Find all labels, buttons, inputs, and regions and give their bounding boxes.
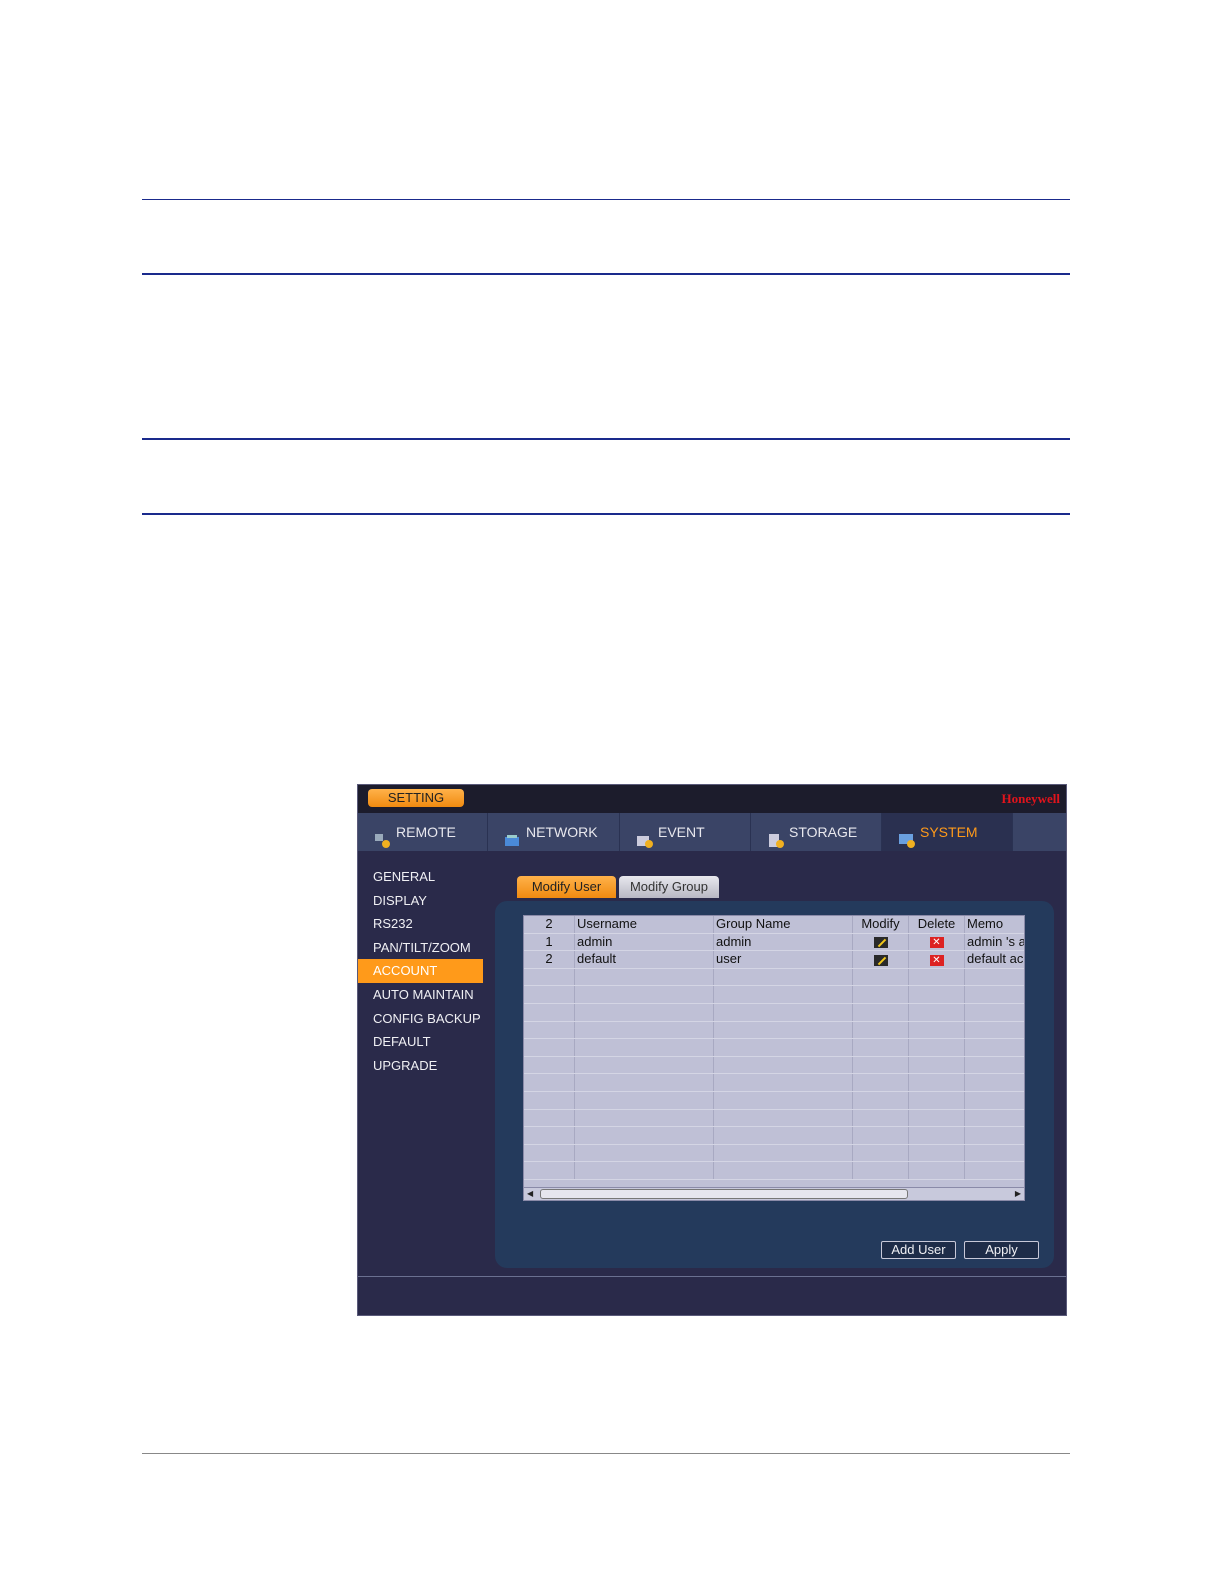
delete-icon[interactable]: ✕	[929, 936, 944, 948]
row-group: admin	[713, 933, 853, 952]
tab-modify-group[interactable]: Modify Group	[619, 876, 719, 898]
sidebar-item-display[interactable]: DISPLAY	[358, 889, 483, 913]
col-delete: Delete	[908, 916, 965, 934]
tab-system-label: SYSTEM	[920, 824, 978, 840]
top-tab-bar: REMOTE NETWORK EVENT STORAGE SYSTEM	[358, 813, 1066, 851]
empty-table-row	[524, 1021, 1024, 1040]
table-row[interactable]: 1 admin admin ✕ admin 's a	[524, 933, 1024, 952]
col-group-name[interactable]: Group Name	[713, 916, 853, 934]
bottom-divider	[358, 1276, 1066, 1277]
doc-rule-1	[142, 199, 1070, 200]
sidebar-item-config-backup[interactable]: CONFIG BACKUP	[358, 1007, 483, 1031]
scrollbar-thumb[interactable]	[540, 1189, 908, 1199]
sidebar-item-auto-maintain[interactable]: AUTO MAINTAIN	[358, 983, 483, 1007]
empty-table-row	[524, 1091, 1024, 1110]
tab-event[interactable]: EVENT	[620, 813, 751, 851]
col-username[interactable]: Username	[574, 916, 714, 934]
tab-storage-label: STORAGE	[789, 824, 858, 840]
empty-table-row	[524, 1003, 1024, 1022]
add-user-button[interactable]: Add User	[881, 1241, 956, 1259]
col-modify: Modify	[852, 916, 909, 934]
row-index: 1	[524, 933, 575, 952]
doc-footer-rule	[142, 1453, 1070, 1454]
empty-table-row	[524, 1144, 1024, 1163]
empty-table-row	[524, 985, 1024, 1004]
tab-network-label: NETWORK	[526, 824, 598, 840]
sidebar-item-default[interactable]: DEFAULT	[358, 1030, 483, 1054]
title-bar: SETTING Honeywell	[358, 785, 1066, 813]
sidebar-item-account[interactable]: ACCOUNT	[358, 959, 483, 983]
sidebar-item-ptz[interactable]: PAN/TILT/ZOOM	[358, 936, 483, 960]
empty-table-row	[524, 1038, 1024, 1057]
row-username: admin	[574, 933, 714, 952]
row-group: user	[713, 950, 853, 969]
horizontal-scrollbar[interactable]: ◀ ▶	[523, 1187, 1025, 1201]
row-memo: default acc	[964, 950, 1024, 969]
remote-icon	[374, 825, 392, 849]
doc-rule-2	[142, 273, 1070, 275]
tab-remote-label: REMOTE	[396, 824, 456, 840]
tab-storage[interactable]: STORAGE	[751, 813, 882, 851]
sidebar-item-general[interactable]: GENERAL	[358, 865, 483, 889]
event-icon	[636, 825, 654, 849]
delete-icon[interactable]: ✕	[929, 954, 944, 966]
table-row[interactable]: 2 default user ✕ default acc	[524, 950, 1024, 969]
edit-icon[interactable]	[873, 936, 888, 948]
network-icon	[504, 825, 522, 847]
tab-modify-user[interactable]: Modify User	[517, 876, 616, 898]
row-username: default	[574, 950, 714, 969]
tab-network[interactable]: NETWORK	[488, 813, 620, 851]
empty-table-row	[524, 1109, 1024, 1128]
user-table: 2 Username Group Name Modify Delete Memo…	[523, 915, 1025, 1201]
row-memo: admin 's a	[964, 933, 1024, 952]
col-memo: Memo	[964, 916, 1024, 934]
setting-button[interactable]: SETTING	[368, 789, 464, 807]
tab-remote[interactable]: REMOTE	[358, 813, 488, 851]
empty-table-row	[524, 1056, 1024, 1075]
sidebar-item-upgrade[interactable]: UPGRADE	[358, 1054, 483, 1078]
doc-rule-4	[142, 513, 1070, 515]
empty-table-row	[524, 1126, 1024, 1145]
scroll-left-icon[interactable]: ◀	[527, 1189, 533, 1198]
brand-logo: Honeywell	[1001, 791, 1061, 806]
tab-system[interactable]: SYSTEM	[882, 813, 1013, 851]
edit-icon[interactable]	[873, 954, 888, 966]
sidebar-item-rs232[interactable]: RS232	[358, 912, 483, 936]
table-header-row: 2 Username Group Name Modify Delete Memo	[524, 916, 1024, 934]
empty-table-row	[524, 968, 1024, 987]
storage-icon	[767, 825, 785, 849]
col-count: 2	[524, 916, 575, 934]
apply-button[interactable]: Apply	[964, 1241, 1039, 1259]
empty-table-row	[524, 1073, 1024, 1092]
doc-rule-3	[142, 438, 1070, 440]
settings-window: SETTING Honeywell REMOTE NETWORK EVENT S…	[357, 784, 1067, 1316]
sidebar: GENERAL DISPLAY RS232 PAN/TILT/ZOOM ACCO…	[358, 865, 486, 1077]
row-index: 2	[524, 950, 575, 969]
system-icon	[898, 825, 916, 849]
tab-event-label: EVENT	[658, 824, 705, 840]
empty-table-row	[524, 1161, 1024, 1180]
scroll-right-icon[interactable]: ▶	[1015, 1189, 1021, 1198]
